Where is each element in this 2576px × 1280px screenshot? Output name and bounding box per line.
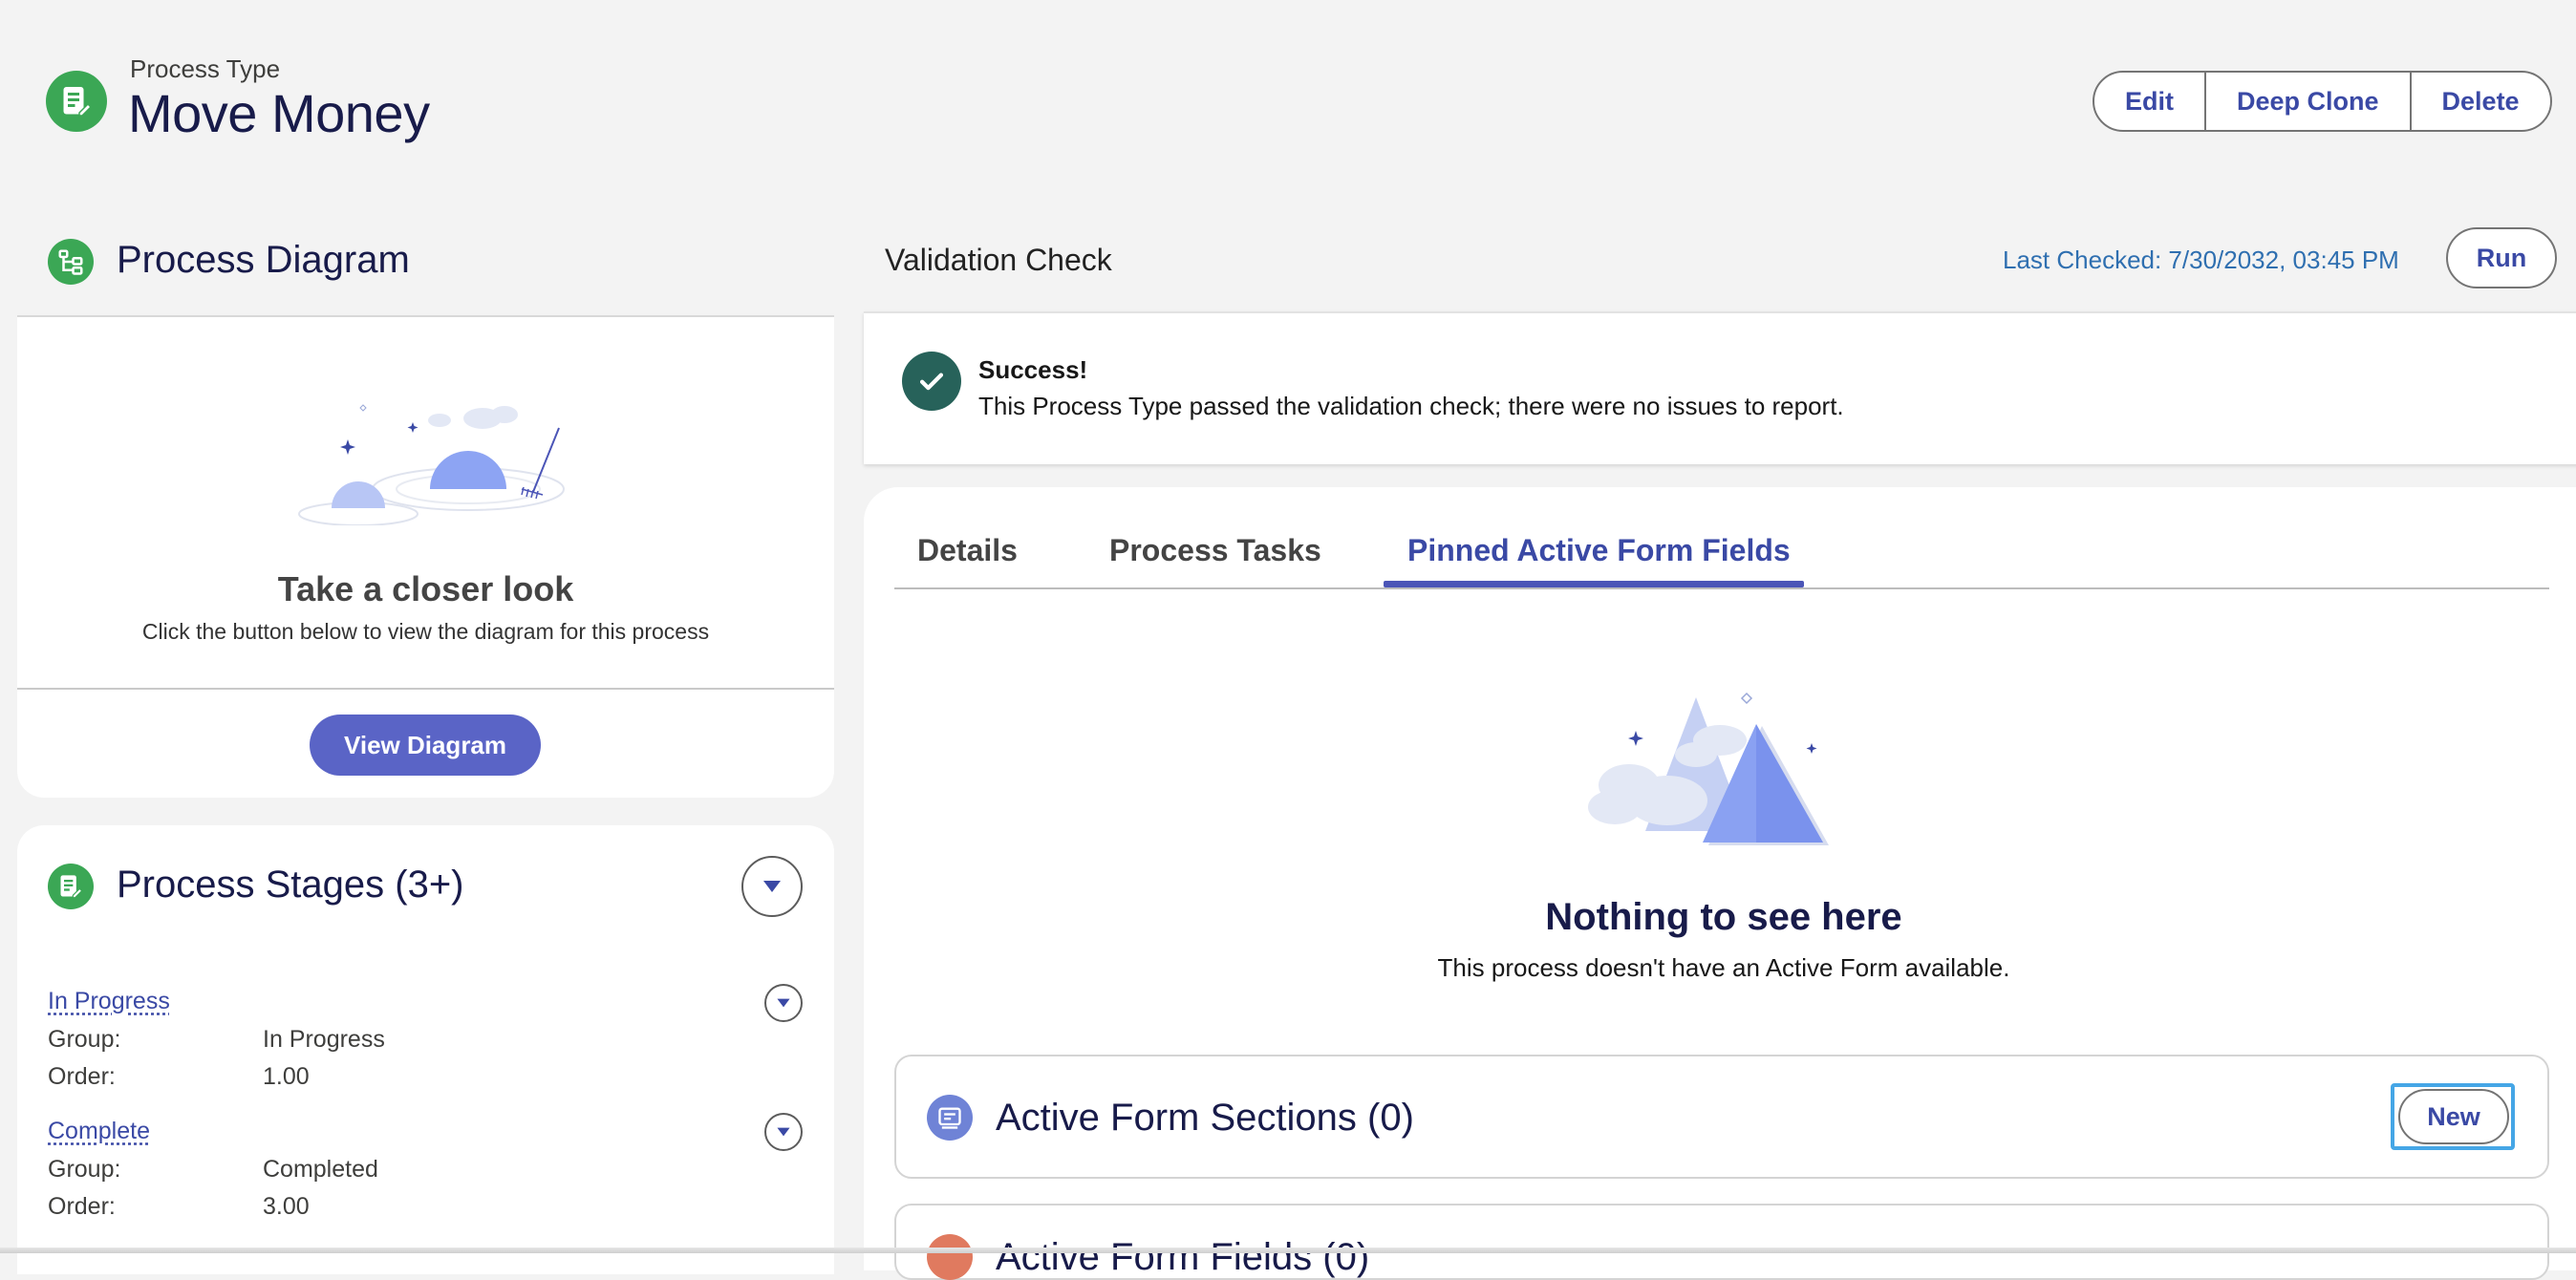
active-form-fields-title: Active Form Fields (0) [996,1236,1370,1278]
header-actions: Edit Deep Clone Delete [2093,71,2552,132]
stage-order-value: 1.00 [263,1063,310,1090]
last-checked-timestamp: Last Checked: 7/30/2032, 03:45 PM [2003,245,2399,274]
delete-button[interactable]: Delete [2409,73,2550,130]
diagram-empty-message: Click the button below to view the diagr… [141,619,710,644]
stage-order-label: Order: [48,1063,116,1090]
success-icon [902,352,961,411]
page-eyebrow: Process Type [130,54,281,83]
stage-menu-button[interactable] [764,1113,803,1151]
process-type-icon [46,71,107,132]
validation-result-card [864,311,2576,464]
deep-clone-button[interactable]: Deep Clone [2204,73,2410,130]
form-section-icon [938,1107,961,1129]
page-title: Move Money [128,83,430,143]
active-form-fields-icon [927,1234,973,1280]
edit-button[interactable]: Edit [2094,73,2204,130]
checkmark-icon [919,373,944,391]
stage-group-value: In Progress [263,1026,385,1053]
stage-menu-button[interactable] [764,984,803,1022]
tab-pinned-active-form-fields[interactable]: Pinned Active Form Fields [1407,533,1791,568]
stage-group-value: Completed [263,1156,378,1183]
chevron-down-icon [777,998,790,1008]
form-edit-icon [63,87,93,117]
process-stages-title: Process Stages (3+) [117,864,464,906]
active-form-sections-icon [927,1095,973,1141]
tab-process-tasks[interactable]: Process Tasks [1109,533,1321,568]
stage-link-in-progress[interactable]: In Progress [48,988,170,1015]
stage-link-complete[interactable]: Complete [48,1118,150,1145]
hierarchy-icon [58,249,83,275]
process-stages-icon [48,864,94,909]
process-diagram-icon [48,239,94,285]
success-title: Success! [978,355,1088,384]
empty-state-illustration [298,404,565,525]
tab-baseline [894,587,2549,589]
active-form-sections-title: Active Form Sections (0) [996,1097,1414,1139]
tab-details[interactable]: Details [917,533,1018,568]
run-button[interactable]: Run [2446,227,2557,288]
pinned-fields-empty-message: This process doesn't have an Active Form… [1437,953,2010,982]
chevron-down-icon [777,1127,790,1137]
process-diagram-title: Process Diagram [117,239,410,281]
view-diagram-button[interactable]: View Diagram [310,715,541,776]
active-tab-indicator [1384,581,1804,587]
form-edit-icon [60,875,83,899]
viewport-bottom-edge [0,1248,2576,1253]
stage-group-label: Group: [48,1156,121,1183]
stage-order-label: Order: [48,1193,116,1220]
success-message: This Process Type passed the validation … [978,392,1844,420]
stage-order-value: 3.00 [263,1193,310,1220]
diagram-empty-title: Take a closer look [277,569,574,608]
stages-menu-button[interactable] [741,856,803,917]
chevron-down-icon [763,881,781,892]
divider [17,688,834,690]
empty-state-illustration [1588,692,1829,845]
pinned-fields-empty-title: Nothing to see here [1545,896,1902,938]
new-section-button[interactable]: New [2398,1089,2509,1144]
validation-check-title: Validation Check [885,243,1112,277]
stage-group-label: Group: [48,1026,121,1053]
